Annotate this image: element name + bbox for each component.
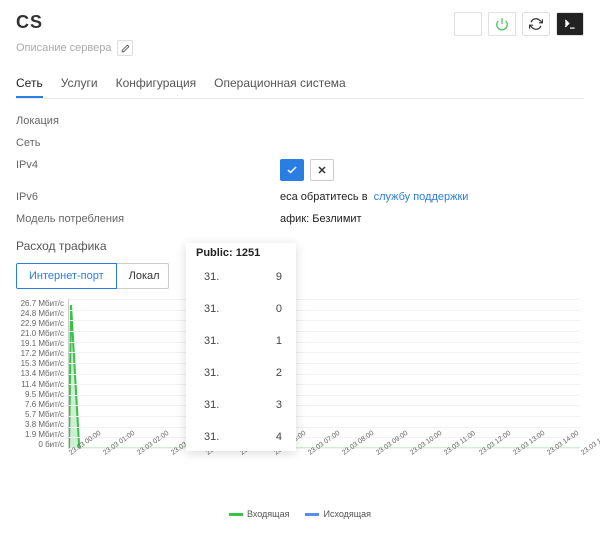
y-tick: 15.3 Мбит/с — [16, 359, 64, 368]
x-tick: 23.03 13:00 — [512, 451, 516, 457]
x-tick: 23.03 01:00 — [102, 451, 106, 457]
y-tick: 0 бит/с — [16, 440, 64, 449]
dropdown-list[interactable]: 31.9 31.0 31.1 31.2 31.3 31.4 — [186, 261, 296, 451]
support-link[interactable]: службу поддержки — [374, 191, 469, 203]
tab-os[interactable]: Операционная система — [214, 70, 346, 98]
cancel-button[interactable] — [310, 159, 334, 181]
x-tick: 23.03 08:00 — [341, 451, 345, 457]
check-icon — [286, 164, 298, 176]
y-tick: 22.9 Мбит/с — [16, 319, 64, 328]
location-label: Локация — [16, 115, 176, 127]
legend-out: Исходящая — [323, 509, 371, 519]
x-tick: 23.03 09:00 — [375, 451, 379, 457]
y-tick: 19.1 Мбит/с — [16, 339, 64, 348]
legend-in: Входящая — [247, 509, 290, 519]
x-tick: 23.03 03:00 — [170, 451, 174, 457]
console-button[interactable] — [556, 12, 584, 36]
tab-network[interactable]: Сеть — [16, 70, 43, 98]
x-tick: 23.03 02:00 — [136, 451, 140, 457]
refresh-button[interactable] — [522, 12, 550, 36]
y-tick: 21.0 Мбит/с — [16, 329, 64, 338]
dropdown-header: Public: 1251 — [186, 243, 296, 261]
x-tick: 23.03 04:00 — [205, 451, 209, 457]
y-tick: 7.6 Мбит/с — [16, 400, 64, 409]
traffic-chart: 26.7 Мбит/с24.8 Мбит/с22.9 Мбит/с21.0 Мб… — [16, 299, 584, 479]
header-actions — [454, 12, 584, 36]
dropdown-item[interactable]: 31.0 — [186, 293, 296, 325]
model-label: Модель потребления — [16, 213, 176, 225]
y-tick: 3.8 Мбит/с — [16, 420, 64, 429]
x-tick: 23.03 11:00 — [443, 451, 447, 457]
server-title: CS — [16, 12, 43, 33]
power-icon — [495, 17, 509, 31]
y-tick: 11.4 Мбит/с — [16, 380, 64, 389]
y-tick: 17.2 Мбит/с — [16, 349, 64, 358]
network-label: Сеть — [16, 137, 176, 149]
dropdown-item[interactable]: 31.4 — [186, 421, 296, 451]
console-icon — [563, 17, 577, 31]
y-tick: 1.9 Мбит/с — [16, 430, 64, 439]
x-tick: 23.03 14:00 — [546, 451, 550, 457]
y-tick: 13.4 Мбит/с — [16, 369, 64, 378]
pencil-icon — [121, 44, 130, 53]
ipv6-text: еса обратитесь в — [280, 191, 368, 203]
x-tick: 23.03 10:00 — [409, 451, 413, 457]
model-value: афик: Безлимит — [280, 213, 362, 225]
tab-config[interactable]: Конфигурация — [116, 70, 197, 98]
confirm-button[interactable] — [280, 159, 304, 181]
port-tab-internet[interactable]: Интернет-порт — [16, 263, 117, 289]
chart-legend: Входящая Исходящая — [16, 509, 584, 519]
port-tab-local[interactable]: Локал — [117, 263, 169, 289]
tab-services[interactable]: Услуги — [61, 70, 98, 98]
dropdown-item[interactable]: 31.2 — [186, 357, 296, 389]
traffic-title: Расход трафика — [16, 239, 584, 253]
x-tick: 23.03 05:00 — [239, 451, 243, 457]
server-subtitle: Описание сервера — [16, 42, 111, 54]
power-button[interactable] — [488, 12, 516, 36]
main-tabs: Сеть Услуги Конфигурация Операционная си… — [16, 70, 584, 99]
close-icon — [316, 164, 328, 176]
y-tick: 26.7 Мбит/с — [16, 299, 64, 308]
ipv6-label: IPv6 — [16, 191, 176, 203]
dropdown-item[interactable]: 31.1 — [186, 325, 296, 357]
y-tick: 9.5 Мбит/с — [16, 390, 64, 399]
ipv4-label: IPv4 — [16, 159, 176, 171]
edit-description-button[interactable] — [117, 40, 133, 56]
y-tick: 24.8 Мбит/с — [16, 309, 64, 318]
blank-action-button[interactable] — [454, 12, 482, 36]
dropdown-item[interactable]: 31.3 — [186, 389, 296, 421]
ip-dropdown[interactable]: Public: 1251 31.9 31.0 31.1 31.2 31.3 31… — [186, 243, 296, 451]
dropdown-item[interactable]: 31.9 — [186, 261, 296, 293]
x-tick: 23.03 15:00 — [580, 451, 584, 457]
x-tick: 23.03 07:00 — [307, 451, 311, 457]
refresh-icon — [529, 17, 543, 31]
x-tick: 23.03 12:00 — [478, 451, 482, 457]
x-tick: 23.03 00:00 — [68, 451, 72, 457]
x-tick: 23.03 06:00 — [273, 451, 277, 457]
y-tick: 5.7 Мбит/с — [16, 410, 64, 419]
